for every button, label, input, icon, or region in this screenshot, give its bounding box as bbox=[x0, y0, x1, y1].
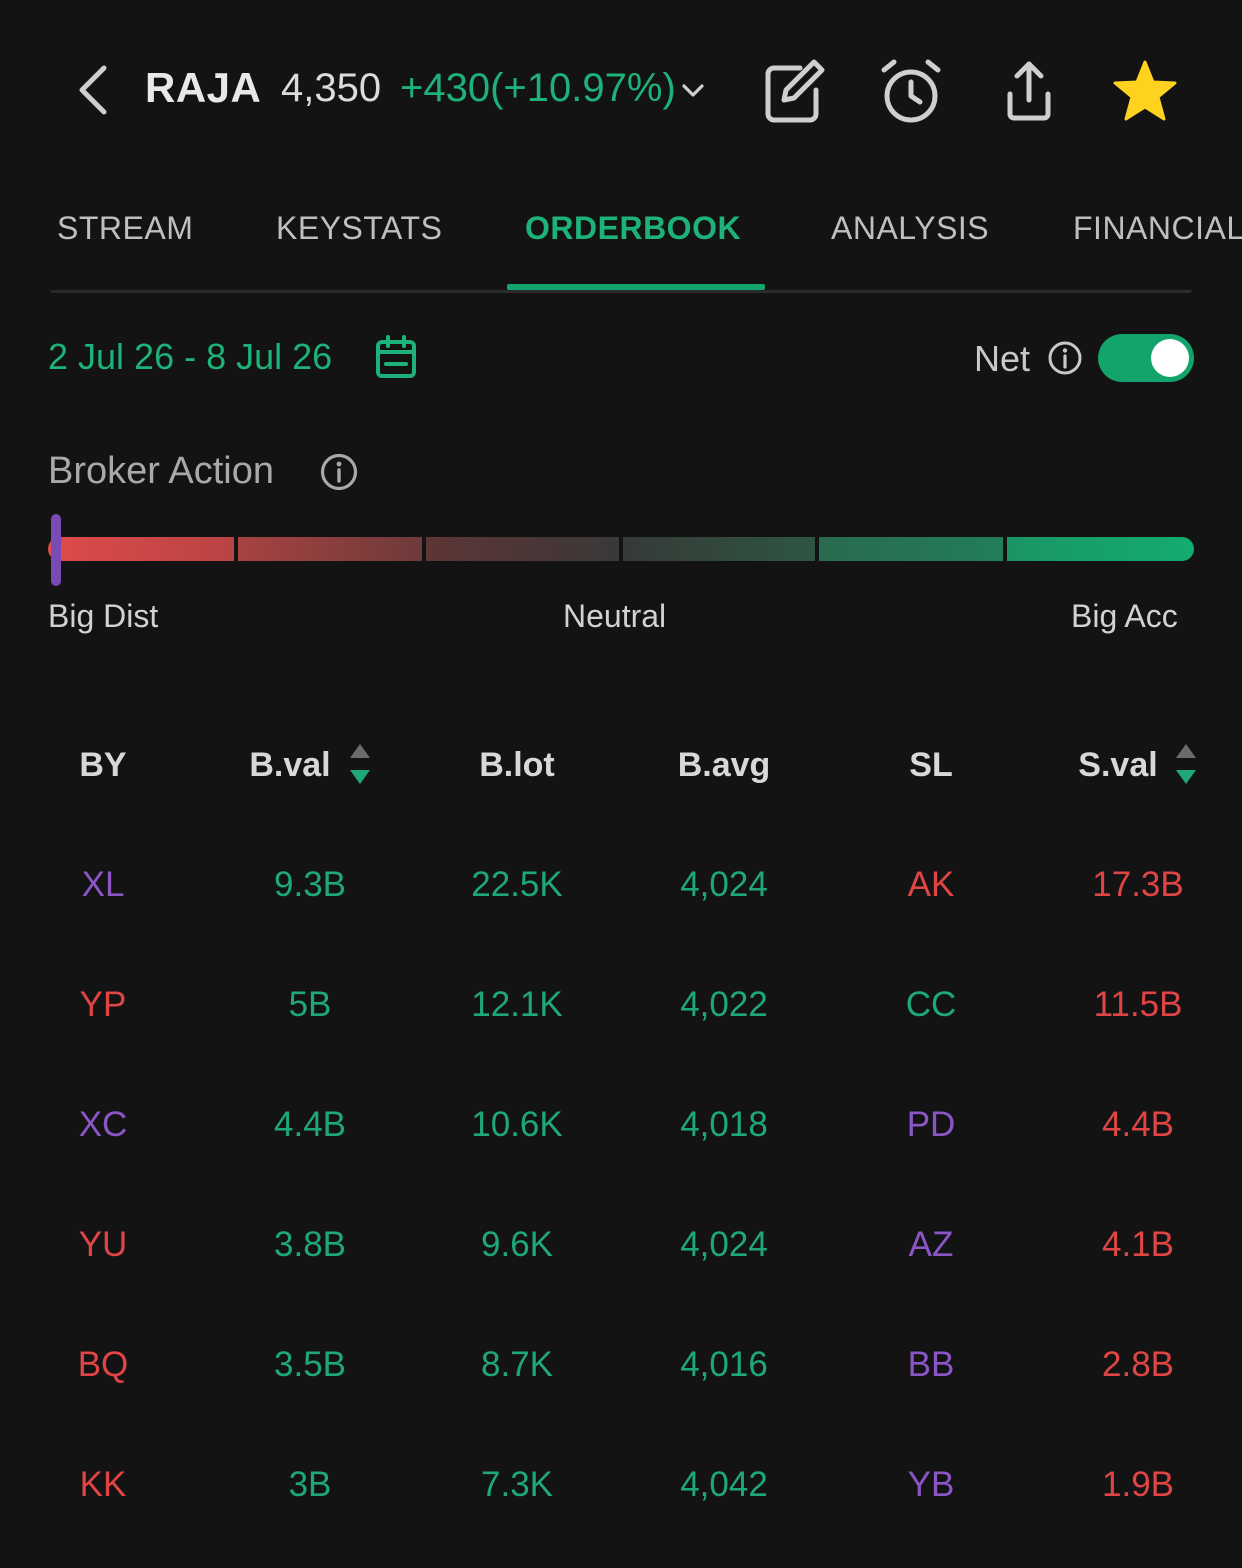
alarm-clock-icon[interactable] bbox=[878, 56, 944, 126]
table-row[interactable]: BQ 3.5B 8.7K 4,016 BB 2.8B bbox=[0, 1325, 1242, 1405]
buy-average: 4,016 bbox=[680, 1345, 768, 1384]
buyer-code: BQ bbox=[77, 1345, 129, 1384]
chevron-left-icon[interactable] bbox=[72, 62, 116, 118]
tab-divider bbox=[50, 290, 1192, 293]
table-row[interactable]: XC 4.4B 10.6K 4,018 PD 4.4B bbox=[0, 1085, 1242, 1165]
buy-lot: 12.1K bbox=[471, 985, 563, 1024]
meter-position-marker bbox=[51, 514, 61, 586]
table-header: BY B.val B.lot B.avg SL S.val bbox=[0, 740, 1242, 800]
buy-value: 3.8B bbox=[274, 1225, 346, 1264]
meter-segment-4 bbox=[623, 537, 815, 561]
buy-value: 5B bbox=[288, 985, 332, 1024]
buy-average: 4,018 bbox=[680, 1105, 768, 1144]
buy-value: 3.5B bbox=[274, 1345, 346, 1384]
buy-lot: 8.7K bbox=[481, 1345, 553, 1384]
tab-stream[interactable]: STREAM bbox=[57, 210, 193, 247]
meter-segment-1 bbox=[48, 537, 234, 561]
star-icon[interactable] bbox=[1112, 56, 1178, 126]
tab-keystats[interactable]: KEYSTATS bbox=[276, 210, 442, 247]
seller-code: PD bbox=[906, 1105, 956, 1144]
table-row[interactable]: YP 5B 12.1K 4,022 CC 11.5B bbox=[0, 965, 1242, 1045]
buy-value: 3B bbox=[288, 1465, 332, 1504]
buy-value: 4.4B bbox=[274, 1105, 346, 1144]
ticker-symbol: RAJA bbox=[145, 64, 262, 111]
chevron-down-icon[interactable] bbox=[678, 76, 708, 106]
seller-code: YB bbox=[907, 1465, 955, 1504]
price-change: +430(+10.97%) bbox=[400, 66, 676, 110]
stock-header: RAJA 4,350 +430(+10.97%) bbox=[0, 52, 1242, 132]
column-header-blot: B.lot bbox=[479, 746, 555, 784]
last-price: 4,350 bbox=[281, 66, 382, 110]
calendar-icon[interactable] bbox=[374, 334, 418, 380]
tab-bar: STREAM KEYSTATS ORDERBOOK ANALYSIS FINAN… bbox=[0, 190, 1242, 294]
net-label: Net bbox=[974, 338, 1031, 379]
seller-code: AK bbox=[907, 865, 955, 904]
tab-financial[interactable]: FINANCIAL bbox=[1073, 210, 1242, 247]
buy-lot: 7.3K bbox=[481, 1465, 553, 1504]
info-icon[interactable] bbox=[319, 452, 359, 492]
column-header-by: BY bbox=[79, 746, 127, 784]
net-toggle[interactable] bbox=[1098, 334, 1194, 382]
sell-value: 17.3B bbox=[1092, 865, 1184, 904]
scale-label-big-dist: Big Dist bbox=[48, 598, 159, 634]
meter-segment-3 bbox=[426, 537, 619, 561]
buy-lot: 22.5K bbox=[471, 865, 563, 904]
sell-value: 4.1B bbox=[1102, 1225, 1174, 1264]
seller-code: BB bbox=[907, 1345, 955, 1384]
buy-average: 4,024 bbox=[680, 1225, 768, 1264]
meter-segment-6 bbox=[1007, 537, 1194, 561]
column-header-sl: SL bbox=[909, 746, 953, 784]
seller-code: AZ bbox=[908, 1225, 954, 1264]
tab-analysis[interactable]: ANALYSIS bbox=[831, 210, 989, 247]
toggle-knob bbox=[1151, 339, 1189, 377]
buyer-code: YU bbox=[78, 1225, 128, 1264]
buyer-code: XC bbox=[78, 1105, 128, 1144]
meter-segment-5 bbox=[819, 537, 1003, 561]
buy-lot: 10.6K bbox=[471, 1105, 563, 1144]
buy-average: 4,022 bbox=[680, 985, 768, 1024]
buyer-code: YP bbox=[79, 985, 127, 1024]
table-row[interactable]: YU 3.8B 9.6K 4,024 AZ 4.1B bbox=[0, 1205, 1242, 1285]
share-icon[interactable] bbox=[996, 56, 1062, 126]
buy-lot: 9.6K bbox=[481, 1225, 553, 1264]
seller-code: CC bbox=[905, 985, 957, 1024]
column-header-bavg: B.avg bbox=[677, 746, 771, 784]
sort-icon[interactable] bbox=[348, 742, 372, 786]
sell-value: 2.8B bbox=[1102, 1345, 1174, 1384]
edit-icon[interactable] bbox=[760, 56, 826, 126]
date-range-picker[interactable]: 2 Jul 26 - 8 Jul 26 bbox=[48, 336, 332, 378]
broker-action-title: Broker Action bbox=[48, 450, 274, 492]
table-row[interactable]: KK 3B 7.3K 4,042 YB 1.9B bbox=[0, 1445, 1242, 1525]
buyer-code: XL bbox=[81, 865, 125, 904]
buy-average: 4,024 bbox=[680, 865, 768, 904]
buy-value: 9.3B bbox=[274, 865, 346, 904]
broker-action-meter bbox=[48, 537, 1194, 561]
scale-label-neutral: Neutral bbox=[563, 598, 667, 634]
sell-value: 11.5B bbox=[1093, 985, 1183, 1024]
sell-value: 1.9B bbox=[1102, 1465, 1174, 1504]
meter-segment-2 bbox=[238, 537, 422, 561]
orderbook-screen: RAJA 4,350 +430(+10.97%) STREAM KEYSTATS… bbox=[0, 0, 1242, 1568]
scale-label-big-acc: Big Acc bbox=[1071, 598, 1178, 634]
tab-orderbook[interactable]: ORDERBOOK bbox=[525, 210, 741, 247]
sort-icon[interactable] bbox=[1174, 742, 1198, 786]
buy-average: 4,042 bbox=[680, 1465, 768, 1504]
table-row[interactable]: XL 9.3B 22.5K 4,024 AK 17.3B bbox=[0, 845, 1242, 925]
buyer-code: KK bbox=[79, 1465, 127, 1504]
sell-value: 4.4B bbox=[1102, 1105, 1174, 1144]
info-icon[interactable] bbox=[1047, 340, 1083, 376]
